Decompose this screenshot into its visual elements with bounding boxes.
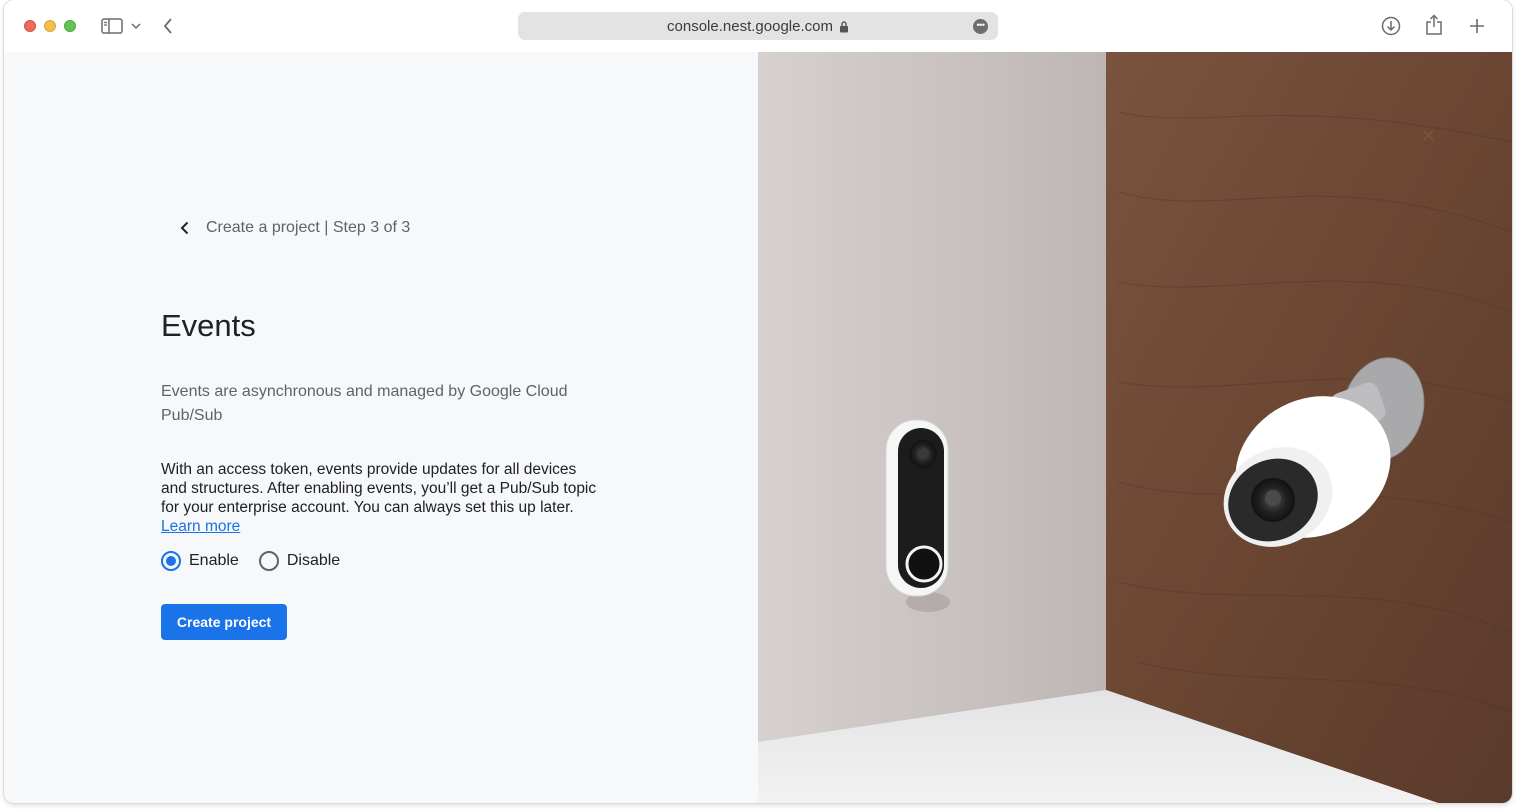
wizard-pane: Create a project | Step 3 of 3 Events Ev… [4, 52, 758, 803]
step-label: Create a project | Step 3 of 3 [206, 219, 411, 236]
enable-label: Enable [189, 552, 239, 569]
lock-icon [839, 20, 849, 33]
zoom-window-button[interactable] [64, 20, 76, 32]
sidebar-icon[interactable] [100, 16, 124, 36]
hero-image: ✕ [758, 52, 1512, 803]
disable-radio[interactable] [258, 551, 279, 571]
more-icon[interactable]: ••• [973, 19, 988, 34]
close-window-button[interactable] [24, 20, 36, 32]
chevron-down-icon[interactable] [130, 18, 142, 34]
download-icon[interactable] [1380, 15, 1402, 37]
browser-window: console.nest.google.com ••• Create a pro… [4, 0, 1512, 803]
disable-label: Disable [286, 552, 341, 569]
back-arrow-icon[interactable] [160, 15, 176, 37]
url-text: console.nest.google.com [667, 17, 833, 35]
page-content: Create a project | Step 3 of 3 Events Ev… [4, 52, 1512, 803]
events-radio-group: Enable Disable [161, 551, 360, 571]
breadcrumb: Create a project | Step 3 of 3 [174, 218, 410, 238]
share-icon[interactable] [1424, 13, 1444, 37]
create-project-button[interactable]: Create project [161, 604, 287, 640]
nest-devices-illustration [758, 52, 1512, 803]
browser-toolbar: console.nest.google.com ••• [4, 0, 1512, 52]
description-text: With an access token, events provide upd… [161, 461, 597, 516]
chevron-left-icon[interactable] [174, 218, 194, 238]
doorbell [885, 419, 950, 612]
learn-more-link[interactable]: Learn more [161, 518, 240, 535]
disable-option[interactable]: Disable [258, 551, 341, 571]
enable-radio[interactable] [161, 551, 181, 571]
close-icon[interactable]: ✕ [1421, 126, 1436, 147]
page-title: Events [161, 308, 256, 343]
events-description: With an access token, events provide upd… [161, 460, 601, 536]
enable-option[interactable]: Enable [161, 551, 239, 571]
page-subtitle: Events are asynchronous and managed by G… [161, 383, 568, 424]
minimize-window-button[interactable] [44, 20, 56, 32]
plus-icon[interactable] [1466, 15, 1488, 37]
address-bar[interactable]: console.nest.google.com ••• [518, 12, 998, 40]
